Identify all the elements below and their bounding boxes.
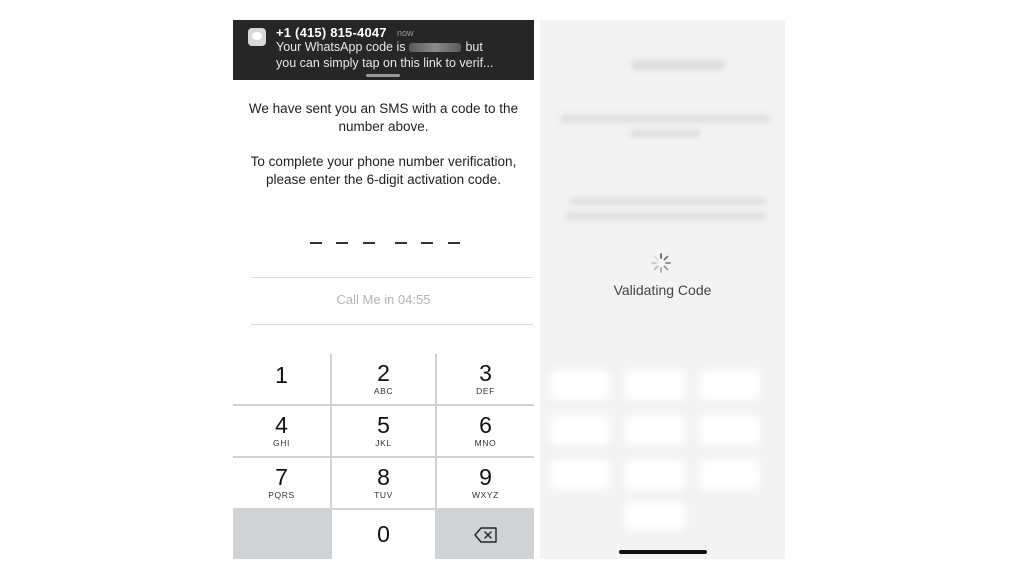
notification-sender: +1 (415) 815-4047	[276, 25, 387, 40]
key-8[interactable]: 8 TUV	[332, 458, 435, 508]
notification-body-line2: you can simply tap on this link to verif…	[276, 56, 494, 70]
key-blank	[233, 510, 330, 559]
divider	[251, 277, 533, 278]
backspace-icon	[473, 527, 497, 543]
validating-code-label: Validating Code	[613, 282, 712, 298]
blurred-key	[625, 460, 685, 490]
verification-screen: +1 (415) 815-4047 now Your WhatsApp code…	[233, 20, 534, 559]
sms-notification-banner[interactable]: +1 (415) 815-4047 now Your WhatsApp code…	[233, 20, 534, 80]
key-letters: ABC	[373, 386, 394, 396]
code-digit-slot	[421, 242, 433, 244]
redacted-code	[409, 43, 462, 53]
spinner-icon	[651, 253, 671, 273]
key-letters: PQRS	[268, 490, 295, 500]
notification-time: now	[397, 28, 414, 38]
blurred-key	[700, 370, 760, 400]
key-letters: JKL	[375, 438, 392, 448]
key-3[interactable]: 3 DEF	[437, 354, 534, 404]
blurred-key	[625, 370, 685, 400]
key-4[interactable]: 4 GHI	[233, 406, 330, 456]
key-digit: 1	[275, 362, 288, 388]
key-letters: TUV	[374, 490, 393, 500]
blurred-text	[630, 130, 700, 137]
blurred-key	[550, 370, 610, 400]
key-6[interactable]: 6 MNO	[437, 406, 534, 456]
key-digit: 6	[479, 412, 492, 438]
notification-body-line1: Your WhatsApp code is but	[276, 40, 483, 54]
blurred-key	[625, 502, 685, 530]
key-digit: 2	[377, 360, 390, 386]
blurred-text	[565, 213, 765, 220]
key-letters: GHI	[273, 438, 290, 448]
key-digit: 3	[479, 360, 492, 386]
code-digit-slot	[336, 242, 348, 244]
blurred-text	[570, 198, 765, 205]
home-indicator[interactable]	[619, 550, 707, 554]
code-digit-slot	[448, 242, 460, 244]
key-digit: 7	[275, 464, 288, 490]
blurred-key	[550, 415, 610, 445]
validating-screen: Validating Code	[540, 20, 785, 559]
key-letters: WXYZ	[472, 490, 499, 500]
key-5[interactable]: 5 JKL	[332, 406, 435, 456]
notification-text-prefix: Your WhatsApp code is	[276, 40, 406, 54]
key-9[interactable]: 9 WXYZ	[437, 458, 534, 508]
key-digit: 8	[377, 464, 390, 490]
sms-sent-message: We have sent you an SMS with a code to t…	[248, 101, 519, 134]
code-digit-slot	[395, 242, 407, 244]
divider	[251, 324, 533, 325]
blurred-text	[560, 115, 770, 122]
blurred-title	[632, 60, 724, 70]
key-digit: 9	[479, 464, 492, 490]
key-digit: 4	[275, 412, 288, 438]
key-digit: 5	[377, 412, 390, 438]
numeric-keypad: 1 2 ABC 3 DEF 4 GHI 5 JKL 6 MNO 7 PQRS 8…	[233, 354, 534, 559]
blurred-key	[625, 415, 685, 445]
call-me-button[interactable]: Call Me in 04:55	[233, 292, 534, 307]
notification-text-suffix: but	[465, 40, 483, 54]
verification-instruction: To complete your phone number verificati…	[250, 154, 517, 187]
messages-app-icon	[248, 28, 266, 46]
key-7[interactable]: 7 PQRS	[233, 458, 330, 508]
key-letters: MNO	[474, 438, 497, 448]
code-input[interactable]	[303, 242, 473, 248]
delete-key[interactable]	[437, 510, 534, 559]
key-letters: DEF	[476, 386, 495, 396]
blurred-key	[700, 460, 760, 490]
blurred-key	[700, 415, 760, 445]
notification-grabber[interactable]	[366, 74, 400, 77]
code-digit-slot	[310, 242, 322, 244]
blurred-key	[550, 460, 610, 490]
key-0[interactable]: 0	[332, 510, 435, 559]
key-2[interactable]: 2 ABC	[332, 354, 435, 404]
code-digit-slot	[363, 242, 375, 244]
key-1[interactable]: 1	[233, 354, 330, 404]
key-digit: 0	[377, 521, 390, 547]
